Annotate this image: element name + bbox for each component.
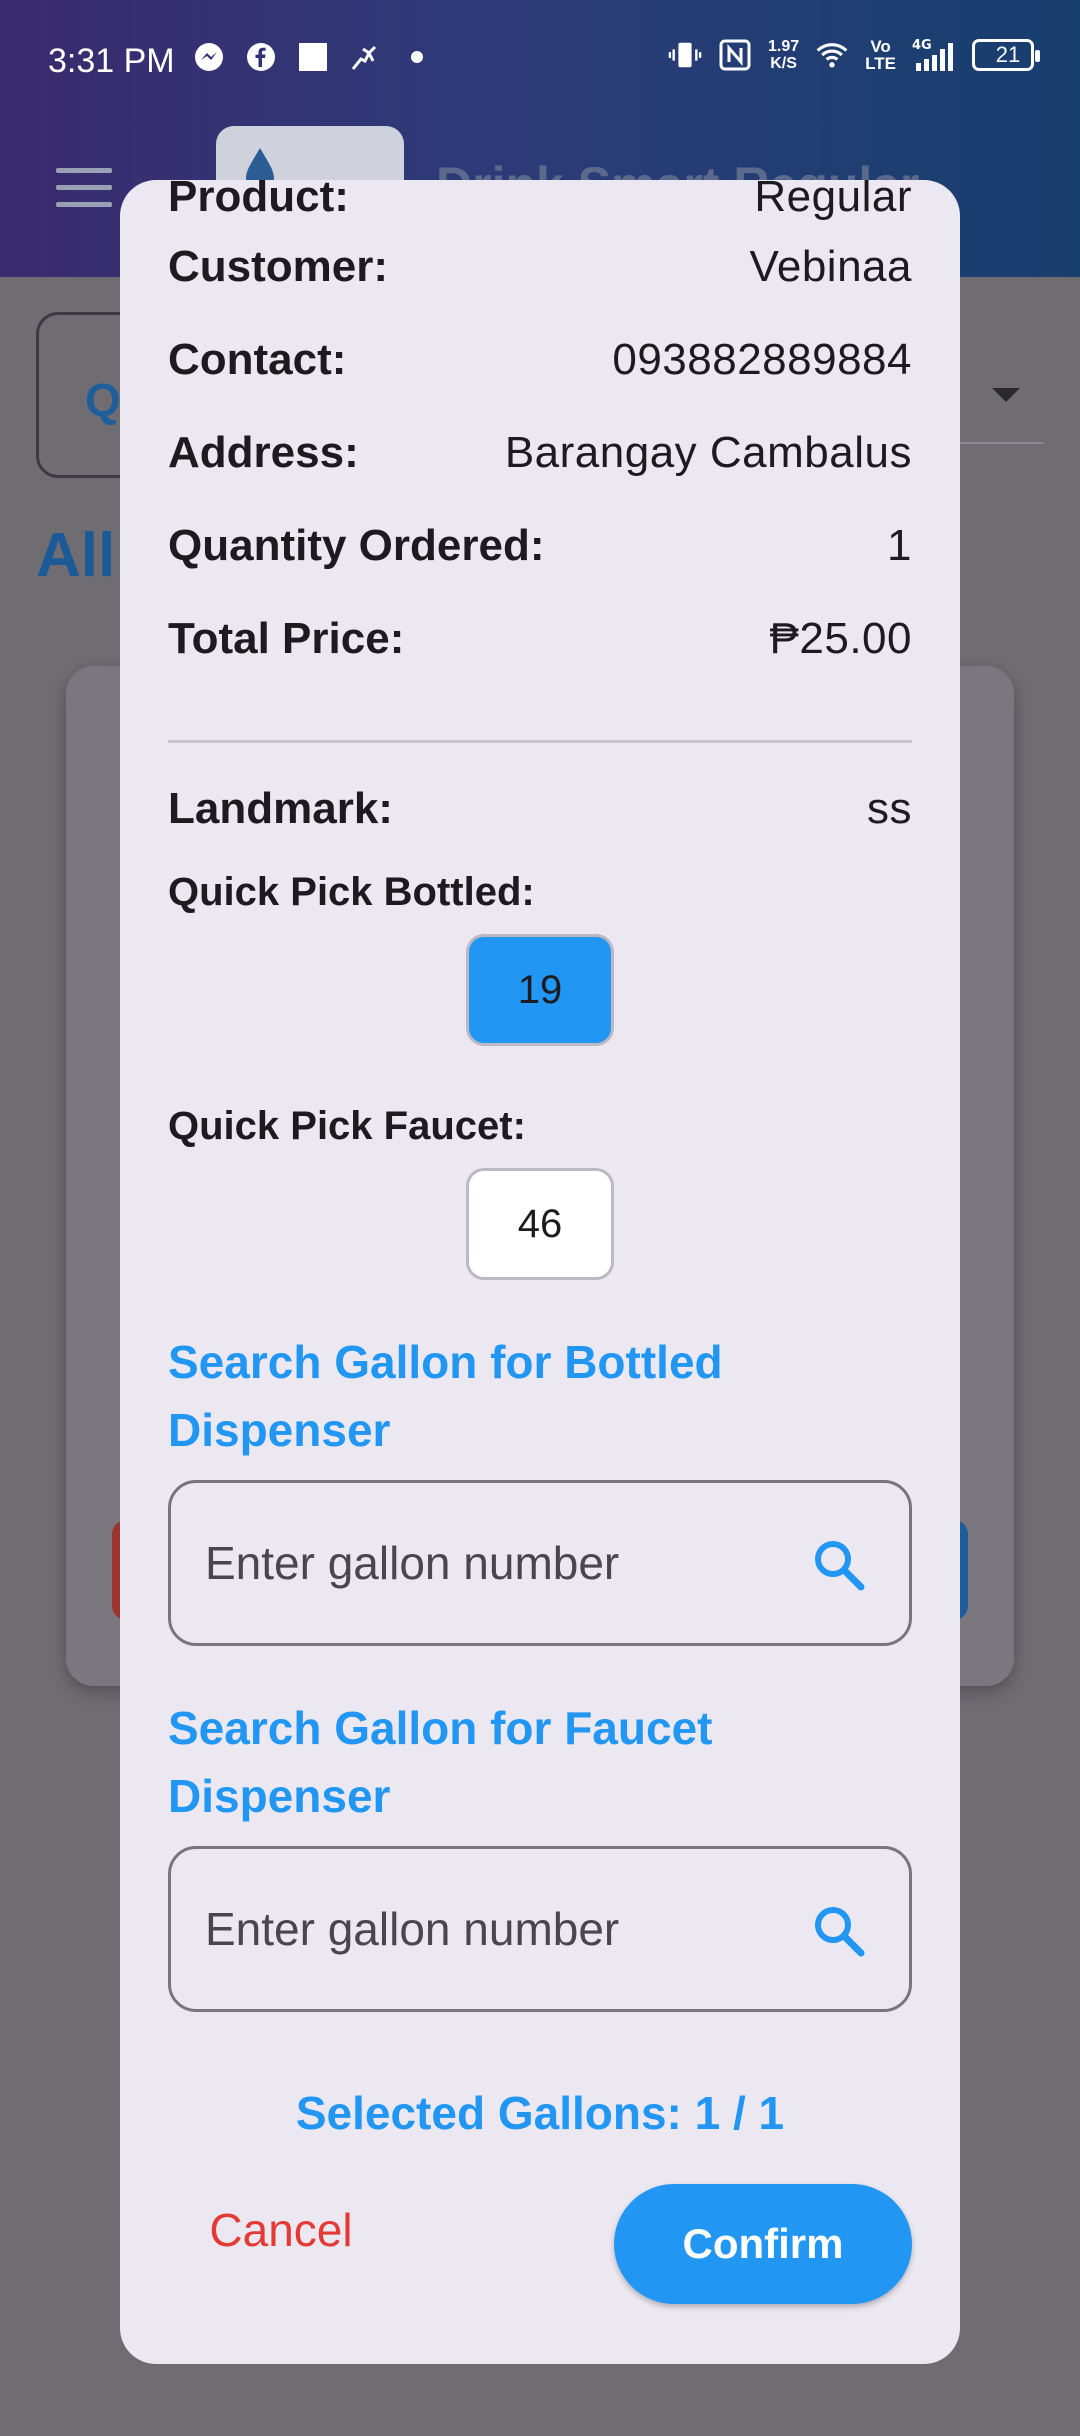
search-icon[interactable]	[809, 1535, 869, 1595]
dropdown-underline	[960, 442, 1044, 444]
total-price-label: Total Price:	[168, 614, 405, 663]
customer-row: Customer: Vebinaa	[168, 242, 912, 292]
search-faucet-title: Search Gallon for Faucet Dispenser	[168, 1702, 713, 1822]
volte-indicator: Vo LTE	[865, 37, 896, 73]
product-label: Product:	[168, 180, 349, 221]
facebook-icon	[244, 40, 278, 74]
quick-pick-faucet-chip[interactable]: 46	[466, 1168, 614, 1280]
total-price-value: ₱25.00	[769, 614, 912, 663]
messenger-icon	[192, 40, 226, 74]
battery-icon: 21	[972, 39, 1040, 71]
product-row: Product: Regular	[168, 180, 912, 222]
customer-value: Vebinaa	[749, 242, 912, 291]
product-value: Regular	[754, 180, 912, 221]
address-value: Barangay Cambalus	[504, 428, 912, 477]
status-time: 3:31 PM	[48, 42, 175, 80]
net-speed: 1.97 K/S	[768, 38, 800, 72]
cancel-button[interactable]: Cancel	[186, 2190, 376, 2270]
menu-icon[interactable]	[56, 168, 112, 208]
quantity-row: Quantity Ordered: 1	[168, 521, 912, 571]
total-price-row: Total Price: ₱25.00	[168, 614, 912, 664]
dot-icon	[400, 40, 434, 74]
activity-icon	[348, 40, 382, 74]
quick-pick-faucet-label: Quick Pick Faucet:	[168, 1104, 526, 1148]
quantity-value: 1	[887, 521, 912, 570]
quick-pick-bottled-label: Quick Pick Bottled:	[168, 870, 535, 914]
landmark-row: Landmark: ss	[168, 784, 912, 834]
nfc-icon	[718, 38, 752, 72]
contact-row: Contact: 093882889884	[168, 335, 912, 385]
signal-icon: 4G	[912, 38, 956, 72]
landmark-value: ss	[867, 784, 912, 833]
quantity-label: Quantity Ordered:	[168, 521, 545, 570]
search-faucet-input[interactable]	[205, 1849, 765, 2009]
status-bar: 3:31 PM 1.97 K/S Vo LTE 4G 21	[0, 0, 1080, 120]
address-row: Address: Barangay Cambalus	[168, 428, 912, 478]
landmark-label: Landmark:	[168, 784, 393, 833]
search-faucet-field[interactable]	[168, 1846, 912, 2012]
search-bottled-input[interactable]	[205, 1483, 765, 1643]
search-icon[interactable]	[809, 1901, 869, 1961]
divider	[168, 740, 912, 743]
quick-pick-bottled-chip[interactable]: 19	[466, 934, 614, 1046]
order-dialog: Product: Regular Customer: Vebinaa Conta…	[120, 180, 960, 2364]
contact-value: 093882889884	[612, 335, 912, 384]
background-heading: All	[36, 521, 116, 590]
contact-label: Contact:	[168, 335, 347, 384]
dropdown-arrow-icon	[992, 388, 1020, 402]
search-bottled-field[interactable]	[168, 1480, 912, 1646]
svg-text:4G: 4G	[912, 38, 932, 53]
square-icon	[296, 40, 330, 74]
background-search-icon: Q	[85, 374, 121, 426]
search-bottled-title: Search Gallon for Bottled Dispenser	[168, 1336, 723, 1456]
selected-gallons-count: Selected Gallons: 1 / 1	[295, 2087, 785, 2139]
address-label: Address:	[168, 428, 359, 477]
confirm-button[interactable]: Confirm	[614, 2184, 912, 2304]
wifi-icon	[815, 38, 849, 72]
vibrate-icon	[668, 38, 702, 72]
customer-label: Customer:	[168, 242, 389, 291]
